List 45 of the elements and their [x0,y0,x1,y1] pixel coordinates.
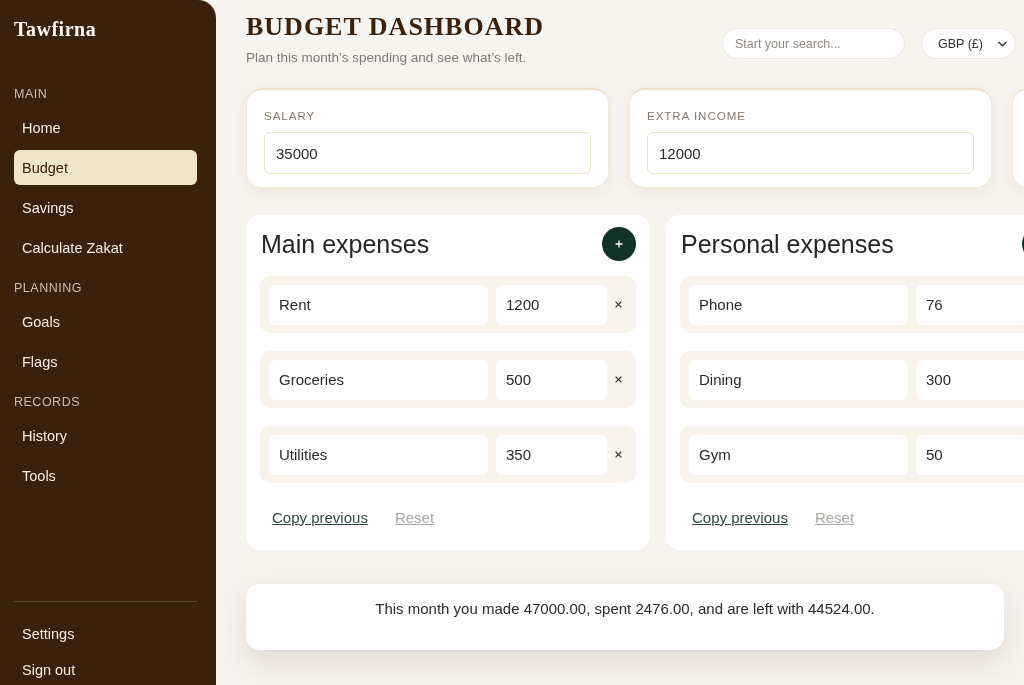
nav-item[interactable]: History [14,418,197,453]
nav-item[interactable]: Goals [14,304,197,339]
nav-section-heading: MAIN [14,86,48,102]
expense-name-field[interactable]: Rent [269,284,488,325]
brand-name: Tawfirna [14,17,97,42]
text-link[interactable]: Copy previous [692,508,788,528]
expense-name-field[interactable]: Gym [689,434,908,475]
nav-item[interactable]: Savings [14,190,197,225]
text-link[interactable]: Copy previous [272,508,368,528]
nav-item[interactable]: Tools [14,458,197,493]
expense-amount-field[interactable]: 50 [916,434,1024,475]
page-title: BUDGET DASHBOARD [246,11,544,43]
amount-field[interactable]: 35000 [264,132,591,174]
close-icon[interactable] [615,451,622,458]
field-label: EXTRA INCOME [647,109,747,124]
chevron-down-icon [998,40,1007,47]
nav-item[interactable]: Flags [14,344,197,379]
card-title: Personal expenses [681,229,894,260]
currency-dropdown[interactable]: GBP (£) [921,28,1016,59]
field-label: SALARY [264,109,317,124]
page-subtitle: Plan this month’s spending and see what’s left. [246,49,528,67]
nav-item[interactable]: Settings [14,619,197,649]
expense-amount-field[interactable]: 500 [496,359,607,400]
expense-amount-field[interactable]: 350 [496,434,607,475]
amount-field[interactable]: 12000 [647,132,974,174]
nav-section-heading: RECORDS [14,394,80,410]
nav-item[interactable]: Budget [14,150,197,185]
summary-text: This month you made 47000.00, spent 2476.00, and are left with 44524.00. [375,599,875,619]
close-icon[interactable] [615,301,622,308]
expense-amount-field[interactable]: 1200 [496,284,607,325]
expense-name-field[interactable]: Groceries [269,359,488,400]
expense-name-field[interactable]: Dining [689,359,908,400]
expense-name-field[interactable]: Utilities [269,434,488,475]
search-field[interactable]: Start your search... [722,28,905,59]
close-icon[interactable] [615,376,622,383]
plus-icon [615,240,623,248]
card-title: Main expenses [261,229,430,260]
add-button[interactable] [602,227,636,261]
nav-item[interactable]: Calculate Zakat [14,230,197,265]
nav-item[interactable]: Sign out [14,655,197,685]
expense-amount-field[interactable]: 300 [916,359,1024,400]
nav-item[interactable]: Home [14,110,197,145]
expense-amount-field[interactable]: 76 [916,284,1024,325]
expense-name-field[interactable]: Phone [689,284,908,325]
nav-section-heading: PLANNING [14,280,82,296]
